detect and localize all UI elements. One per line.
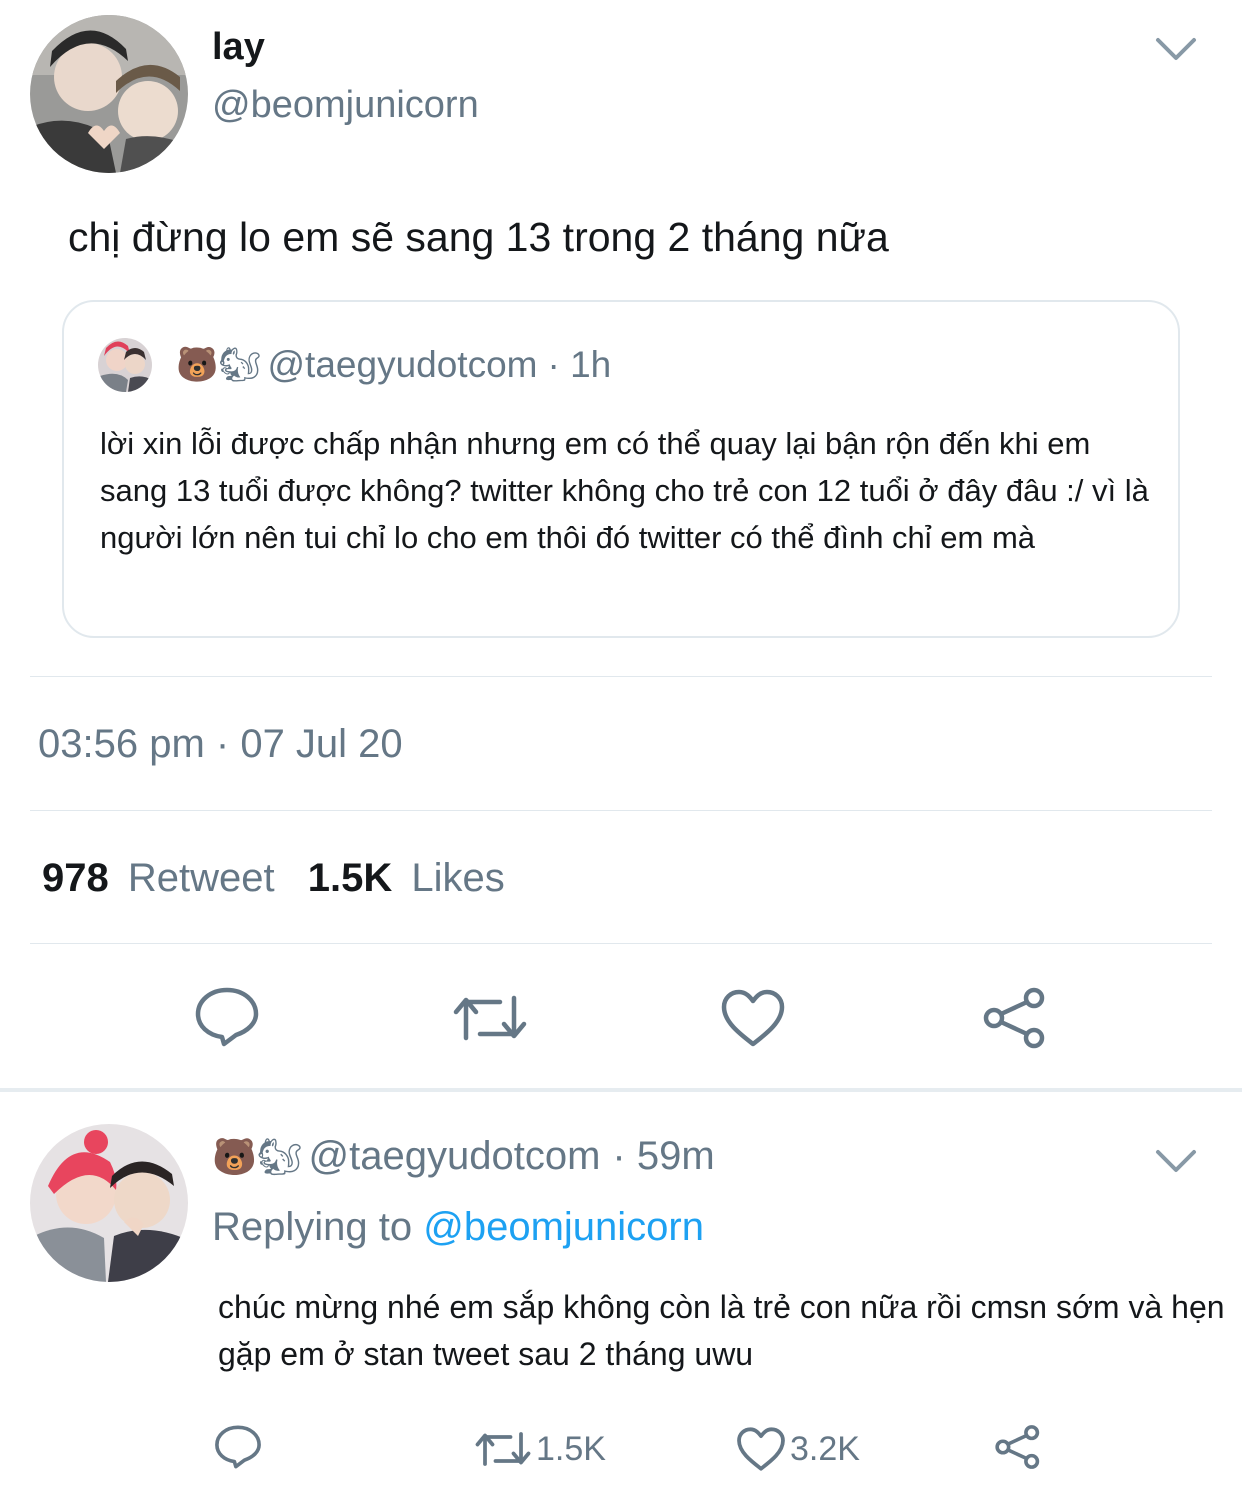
- share-icon[interactable]: [994, 1424, 1042, 1470]
- reply-text: chúc mừng nhé em sắp không còn là trẻ co…: [218, 1289, 1225, 1372]
- quoted-handle[interactable]: @taegyudotcom: [268, 344, 538, 386]
- reply-emoji: 🐻🐿: [212, 1135, 303, 1177]
- quoted-time: · 1h: [547, 344, 612, 385]
- chevron-down-icon[interactable]: [1152, 1146, 1200, 1176]
- reply-avatar[interactable]: [30, 1124, 188, 1282]
- like-icon: [737, 1427, 785, 1471]
- quoted-emoji: 🐻🐿: [176, 346, 262, 384]
- retweet-icon: [475, 1432, 531, 1466]
- likes-label[interactable]: Likes: [411, 856, 504, 900]
- tweet-stats: 978 Retweet 1.5K Likes: [42, 856, 505, 901]
- reply-retweet-button[interactable]: 1.5K: [474, 1428, 606, 1470]
- reply-like-count: 3.2K: [790, 1429, 860, 1468]
- likes-count[interactable]: 1.5K: [308, 856, 393, 900]
- divider: [30, 676, 1212, 677]
- retweet-label[interactable]: Retweet: [128, 856, 275, 900]
- quoted-header: 🐻🐿 @taegyudotcom · 1h: [176, 344, 611, 386]
- quoted-text: lời xin lỗi được chấp nhận nhưng em có t…: [100, 426, 1149, 555]
- section-divider: [0, 1088, 1242, 1092]
- reply-icon[interactable]: [214, 1424, 262, 1470]
- reply-icon[interactable]: [194, 986, 260, 1048]
- reply-time: · 59m: [612, 1134, 715, 1178]
- author-handle[interactable]: @beomjunicorn: [212, 84, 479, 127]
- tweet-timestamp[interactable]: 03:56 pm · 07 Jul 20: [38, 722, 403, 767]
- reply-like-button[interactable]: 3.2K: [736, 1426, 860, 1472]
- reply-handle[interactable]: @taegyudotcom: [309, 1134, 601, 1179]
- like-icon[interactable]: [720, 988, 786, 1048]
- chevron-down-icon[interactable]: [1152, 34, 1200, 64]
- retweet-count[interactable]: 978: [42, 856, 109, 900]
- share-icon[interactable]: [982, 986, 1048, 1050]
- tweet-text: chị đừng lo em sẽ sang 13 trong 2 tháng …: [68, 214, 889, 260]
- quoted-tweet-card[interactable]: 🐻🐿 @taegyudotcom · 1h lời xin lỗi được c…: [62, 300, 1180, 638]
- reply-header: 🐻🐿 @taegyudotcom · 59m: [212, 1134, 715, 1179]
- main-avatar[interactable]: [30, 15, 188, 173]
- divider: [30, 943, 1212, 944]
- replying-to: Replying to @beomjunicorn: [212, 1205, 704, 1250]
- divider: [30, 810, 1212, 811]
- replying-prefix: Replying to: [212, 1205, 413, 1249]
- reply-retweet-count: 1.5K: [536, 1429, 606, 1468]
- replying-handle-link[interactable]: @beomjunicorn: [423, 1205, 704, 1249]
- quoted-avatar[interactable]: [98, 338, 152, 392]
- retweet-icon[interactable]: [452, 990, 528, 1046]
- author-name[interactable]: lay: [212, 26, 265, 69]
